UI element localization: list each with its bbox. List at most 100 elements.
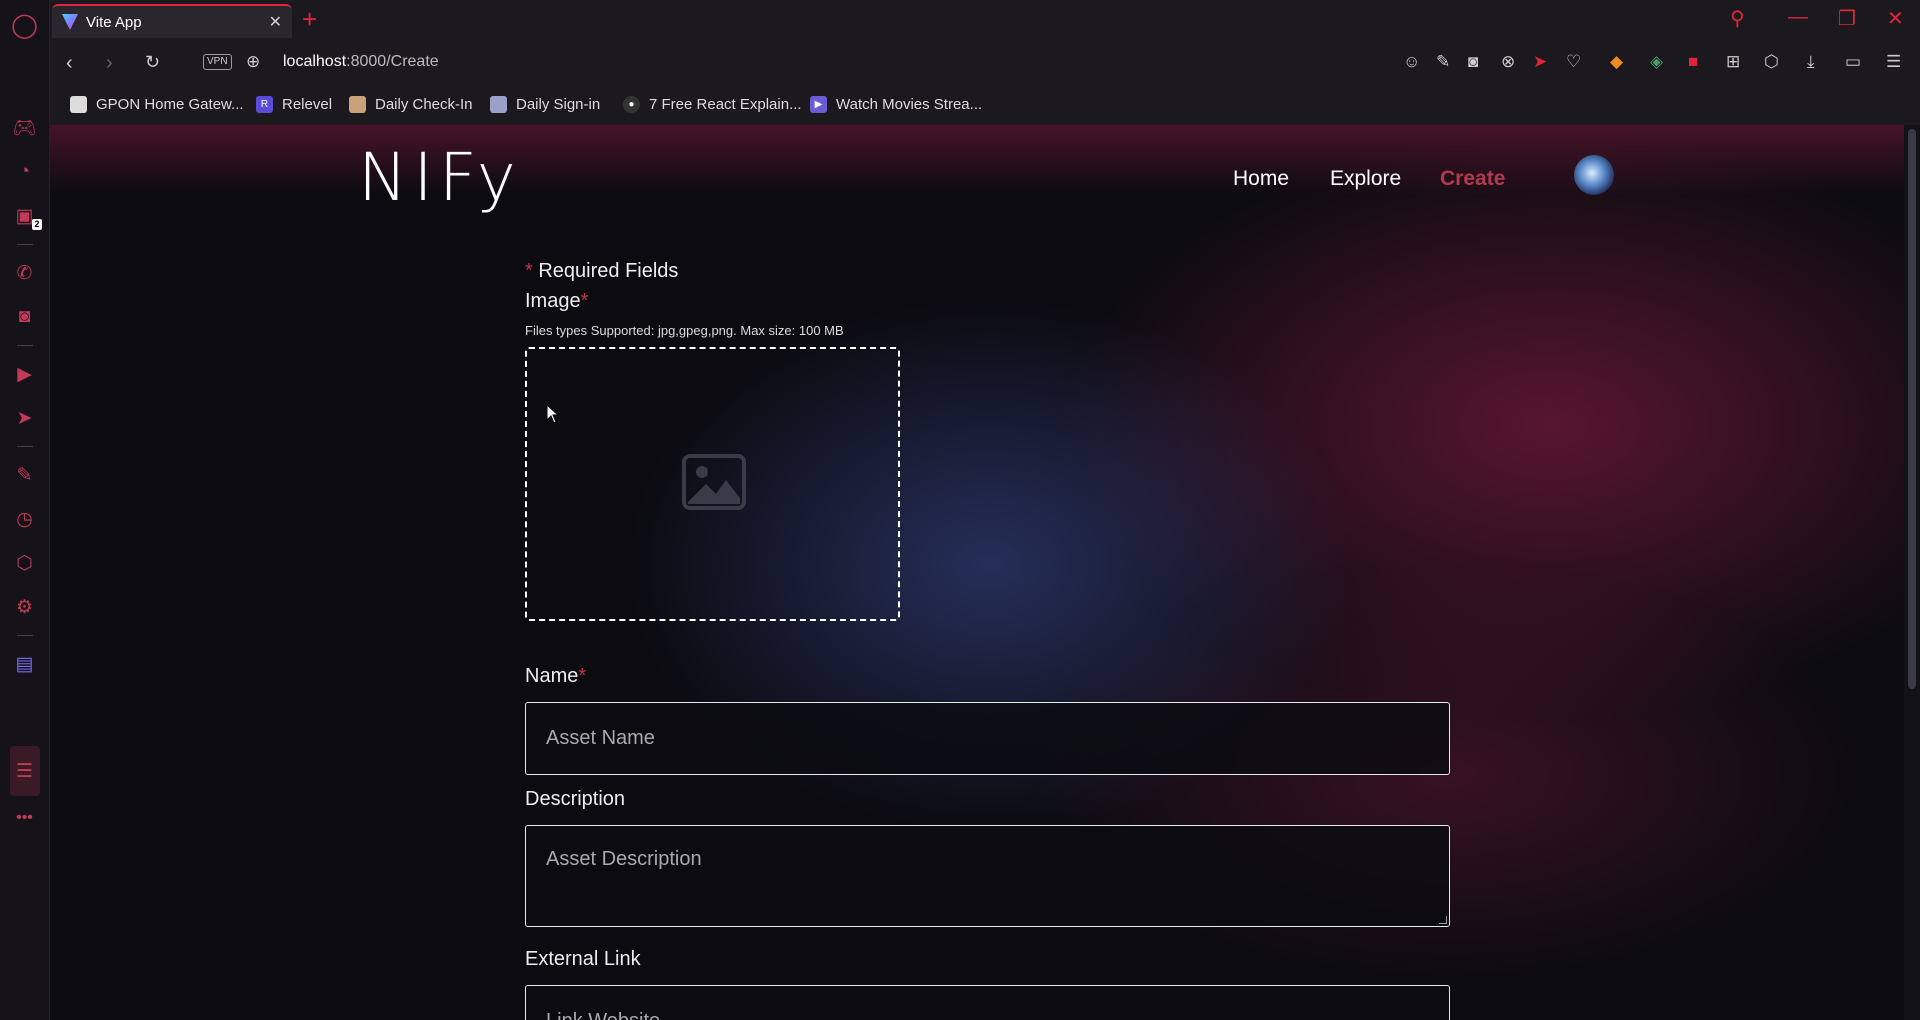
name-label: Name* <box>525 665 586 688</box>
emoji-icon[interactable]: ☺ <box>1403 52 1420 72</box>
stack-icon[interactable]: ☰ <box>9 746 40 796</box>
player-icon[interactable]: ▶ <box>0 352 50 396</box>
bookmark-item[interactable]: Daily Check-In <box>349 96 473 113</box>
nav-create[interactable]: Create <box>1440 167 1505 191</box>
document-icon <box>70 96 87 113</box>
close-window-icon[interactable]: ✕ <box>1887 6 1904 31</box>
extensions-cube-icon[interactable]: ⬡ <box>0 541 50 585</box>
settings-gear-icon[interactable]: ⚙ <box>0 585 50 629</box>
image-file-hint: Files types Supported: jpg,gpeg,png. Max… <box>525 323 844 338</box>
description-label: Description <box>525 788 626 810</box>
bookmark-label: Daily Sign-in <box>516 96 601 113</box>
extension-red-icon[interactable]: ■ <box>1688 52 1698 72</box>
tab-vite-app[interactable]: Vite App ✕ <box>52 4 292 38</box>
reload-icon[interactable]: ↻ <box>145 52 160 73</box>
bookmark-label: 7 Free React Explain... <box>649 96 802 113</box>
close-tab-icon[interactable]: ✕ <box>269 12 282 32</box>
asset-name-input[interactable]: Asset Name <box>525 702 1450 775</box>
resize-handle-icon[interactable] <box>1439 916 1447 924</box>
pin-board-icon[interactable]: ✎ <box>0 453 50 497</box>
bookmark-item[interactable]: R Relevel <box>256 96 332 113</box>
link-placeholder: Link Website <box>546 1010 660 1020</box>
page-scrollbar[interactable] <box>1904 125 1920 1020</box>
nav-home[interactable]: Home <box>1233 167 1289 191</box>
tab-title: Vite App <box>86 13 142 31</box>
required-asterisk: * <box>578 665 587 687</box>
asset-description-textarea[interactable]: Asset Description <box>525 825 1450 927</box>
external-link-label: External Link <box>525 948 641 970</box>
url-path: :8000/Create <box>346 53 439 70</box>
image-placeholder-icon <box>682 454 746 510</box>
app-icon[interactable]: ▤ <box>0 642 50 686</box>
anime-avatar-icon <box>349 96 366 113</box>
bookmark-item[interactable]: GPON Home Gatew... <box>70 96 244 113</box>
bookmarks-bar: GPON Home Gatew... R Relevel Daily Check-… <box>50 86 1920 124</box>
vpn-badge[interactable]: VPN <box>203 54 232 70</box>
metamask-icon[interactable]: ◆ <box>1610 52 1623 72</box>
scrollbar-thumb[interactable] <box>1908 129 1916 689</box>
extension-icon[interactable]: ◈ <box>1650 52 1663 72</box>
gamepad-icon[interactable]: 🎮︎ <box>0 106 50 150</box>
required-fields-text: Required Fields <box>538 260 679 282</box>
nav-explore[interactable]: Explore <box>1330 167 1401 191</box>
sidebar-divider <box>16 635 33 636</box>
site-info-globe-icon[interactable]: ⊕ <box>246 52 260 72</box>
cube-icon[interactable]: ⬡ <box>1764 52 1779 72</box>
description-placeholder: Asset Description <box>546 848 702 870</box>
relevel-icon: R <box>256 96 273 113</box>
speedometer-icon[interactable]: ◔ <box>0 150 50 194</box>
anime-avatar-icon <box>490 96 507 113</box>
name-label-text: Name <box>525 665 579 687</box>
sidebar-divider <box>16 345 33 346</box>
user-avatar[interactable] <box>1574 155 1614 195</box>
external-link-input[interactable]: Link Website <box>525 985 1450 1020</box>
opera-logo-icon[interactable]: ◯ <box>0 0 50 50</box>
bookmark-label: Daily Check-In <box>375 96 473 113</box>
url-field[interactable]: localhost:8000/Create <box>283 53 439 71</box>
new-tab-plus-icon[interactable]: + <box>302 4 317 34</box>
play-icon: ▶ <box>810 96 827 113</box>
image-label: Image* <box>525 290 588 313</box>
minimize-icon[interactable]: — <box>1788 6 1808 29</box>
restore-icon[interactable]: ❐ <box>1838 6 1856 31</box>
notification-badge: 2 <box>32 219 42 230</box>
camera-icon[interactable]: ◙ <box>1468 52 1478 72</box>
block-icon[interactable]: ⊗ <box>1501 52 1515 72</box>
browser-chrome: Vite App ✕ + ⚲ — ❐ ✕ ‹ › ↻ VPN ⊕ localho… <box>50 0 1920 125</box>
history-icon[interactable]: ◷ <box>0 497 50 541</box>
tab-bar: Vite App ✕ + ⚲ — ❐ ✕ <box>50 0 1920 40</box>
mouse-cursor-icon <box>546 404 560 424</box>
battery-icon[interactable]: ▭ <box>1845 52 1861 72</box>
back-icon[interactable]: ‹ <box>66 52 73 75</box>
search-tabs-icon[interactable]: ⚲ <box>1730 6 1745 31</box>
bookmark-label: Watch Movies Strea... <box>836 96 983 113</box>
snap-edit-icon[interactable]: ✎ <box>1436 52 1450 72</box>
image-label-text: Image <box>525 290 581 312</box>
required-asterisk: * <box>525 260 533 282</box>
site-logo[interactable]: NIFy <box>358 145 522 211</box>
github-icon: ● <box>623 96 640 113</box>
image-upload-dropzone[interactable] <box>525 347 900 621</box>
flow-send-icon[interactable]: ➤ <box>1533 52 1547 72</box>
browser-sidebar: ◯ 🎮︎ ◔ ▣ 2 ✆ ◙ ▶ ➤ ✎ ◷ ⬡ ⚙ ▤ ☰ ••• <box>0 0 50 1020</box>
twitch-icon[interactable]: ▣ 2 <box>0 194 50 238</box>
sidebar-divider <box>16 446 33 447</box>
address-bar: ‹ › ↻ VPN ⊕ localhost:8000/Create ☺ ✎ ◙ … <box>50 40 1920 86</box>
discord-icon[interactable]: ◙ <box>0 295 50 339</box>
bookmark-label: Relevel <box>282 96 333 113</box>
easy-setup-icon[interactable]: ☰ <box>1886 52 1901 72</box>
vite-favicon-icon <box>62 14 78 30</box>
gamepad-extension-icon[interactable]: ⊞ <box>1726 52 1740 72</box>
download-icon[interactable]: ⤓ <box>1807 52 1815 72</box>
page-content: NIFy Home Explore Create * Required Fiel… <box>50 125 1904 1020</box>
bookmark-item[interactable]: Daily Sign-in <box>490 96 600 113</box>
whatsapp-icon[interactable]: ✆ <box>0 251 50 295</box>
heart-icon[interactable]: ♡ <box>1566 52 1581 72</box>
bookmark-item[interactable]: ● 7 Free React Explain... <box>623 96 802 113</box>
send-icon[interactable]: ➤ <box>0 396 50 440</box>
sidebar-divider <box>16 244 33 245</box>
name-placeholder: Asset Name <box>546 727 655 749</box>
forward-icon[interactable]: › <box>106 52 113 75</box>
bookmark-item[interactable]: ▶ Watch Movies Strea... <box>810 96 982 113</box>
more-icon[interactable]: ••• <box>0 796 50 840</box>
